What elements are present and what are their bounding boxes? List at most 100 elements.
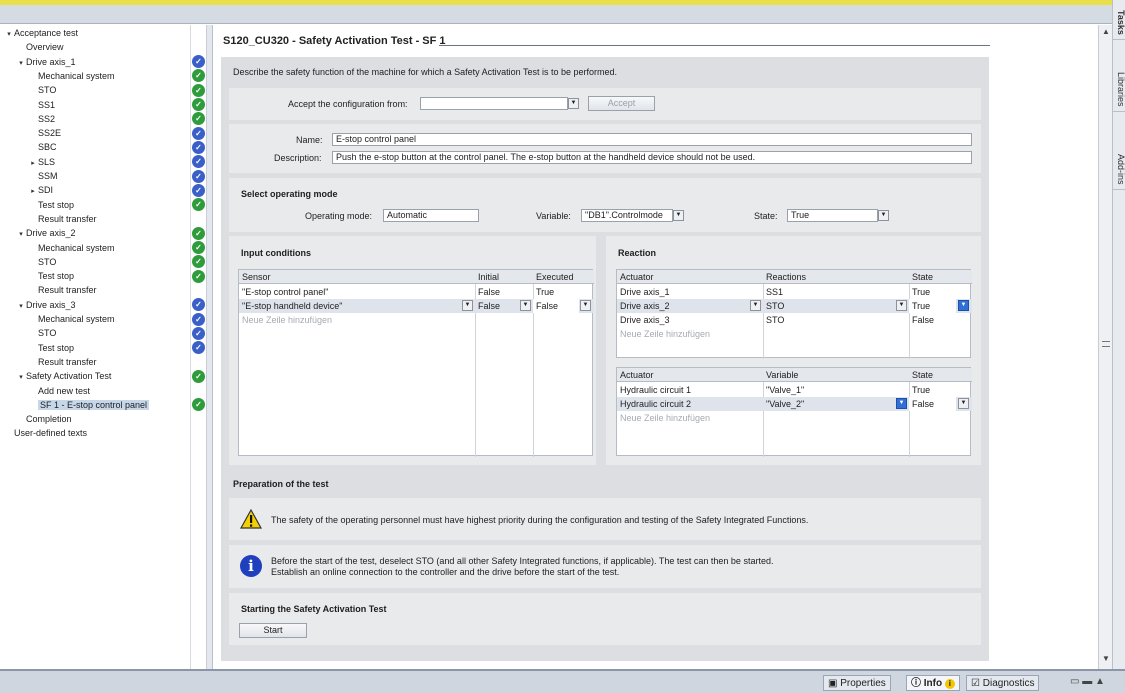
window-controls-icon[interactable]: ▭ ▬ ▲ bbox=[1070, 676, 1105, 687]
table-row[interactable]: "E-stop handheld device" ▼ False ▼ False… bbox=[239, 299, 594, 313]
tree-item[interactable]: Completion bbox=[0, 412, 190, 426]
description-field[interactable]: Push the e-stop button at the control pa… bbox=[332, 151, 972, 164]
tab-properties[interactable]: ▣ Properties bbox=[823, 675, 891, 691]
tree-item[interactable]: Mechanical system bbox=[0, 241, 190, 255]
tree-item[interactable]: STO bbox=[0, 83, 190, 97]
chevron-down-icon[interactable]: ▼ bbox=[958, 300, 969, 311]
tab-info[interactable]: ⓘ Info i bbox=[906, 675, 960, 691]
tab-tasks[interactable]: Tasks bbox=[1113, 6, 1125, 40]
scroll-down-icon[interactable]: ▼ bbox=[1099, 654, 1113, 667]
tree-item[interactable]: STO bbox=[0, 326, 190, 340]
actuator-cell[interactable]: Drive axis_2 bbox=[617, 299, 748, 313]
tree-item[interactable]: Test stop bbox=[0, 269, 190, 283]
reaction-cell[interactable]: SS1 bbox=[763, 285, 909, 299]
tree-item[interactable]: Test stop bbox=[0, 341, 190, 355]
tree-item[interactable]: SS2 bbox=[0, 112, 190, 126]
tree-item[interactable]: Result transfer bbox=[0, 283, 190, 297]
column-header-state[interactable]: State bbox=[909, 270, 972, 284]
chevron-down-icon[interactable]: ▼ bbox=[878, 210, 889, 221]
tree-item[interactable]: STO bbox=[0, 255, 190, 269]
scroll-grip-icon[interactable] bbox=[1102, 341, 1110, 347]
reaction-cell[interactable]: STO bbox=[763, 313, 909, 327]
chevron-down-icon[interactable]: ▼ bbox=[750, 300, 761, 311]
tree-item[interactable]: Result transfer bbox=[0, 355, 190, 369]
accept-button[interactable]: Accept bbox=[588, 96, 655, 111]
table-row[interactable]: Hydraulic circuit 1 "Valve_1" True bbox=[617, 383, 972, 397]
tree-item[interactable]: User-defined texts bbox=[0, 426, 190, 440]
tree-item[interactable]: Overview bbox=[0, 40, 190, 54]
tree-item[interactable]: SSM bbox=[0, 169, 190, 183]
initial-cell[interactable]: False bbox=[475, 299, 519, 313]
table-row[interactable]: "E-stop control panel" False True bbox=[239, 285, 594, 299]
sensor-cell[interactable]: "E-stop control panel" bbox=[239, 285, 475, 299]
variable-cell[interactable]: "Valve_2" bbox=[763, 397, 894, 411]
tree-item[interactable]: ▾ Drive axis_3 bbox=[0, 298, 190, 312]
variable-select[interactable]: "DB1".Controlmode bbox=[581, 209, 673, 222]
table-row[interactable]: Hydraulic circuit 2 "Valve_2" ▼ False ▼ bbox=[617, 397, 972, 411]
actuator-cell[interactable]: Drive axis_3 bbox=[617, 313, 763, 327]
tree-item[interactable]: Test stop bbox=[0, 198, 190, 212]
tree-item[interactable]: ▾ Safety Activation Test bbox=[0, 369, 190, 383]
column-header-initial[interactable]: Initial bbox=[475, 270, 533, 284]
actuator-cell[interactable]: Hydraulic circuit 1 bbox=[617, 383, 763, 397]
column-header-state[interactable]: State bbox=[909, 368, 972, 382]
name-field[interactable]: E-stop control panel bbox=[332, 133, 972, 146]
table-row[interactable]: Drive axis_1 SS1 True bbox=[617, 285, 972, 299]
add-row-placeholder[interactable]: Neue Zeile hinzufügen bbox=[617, 327, 763, 341]
tree-item[interactable]: Mechanical system bbox=[0, 312, 190, 326]
chevron-down-icon[interactable]: ▼ bbox=[568, 98, 579, 109]
state-cell[interactable]: True bbox=[909, 299, 956, 313]
table-row[interactable]: Drive axis_2 ▼ STO ▼ True ▼ bbox=[617, 299, 972, 313]
state-cell[interactable]: False bbox=[909, 397, 956, 411]
tree-item[interactable]: SF 1 - E-stop control panel bbox=[0, 398, 190, 412]
executed-cell[interactable]: False bbox=[533, 299, 579, 313]
accept-config-select[interactable] bbox=[420, 97, 568, 110]
scroll-up-icon[interactable]: ▲ bbox=[1099, 27, 1113, 40]
state-cell[interactable]: False bbox=[909, 313, 972, 327]
tab-diagnostics[interactable]: ☑ Diagnostics bbox=[966, 675, 1040, 691]
add-row-placeholder[interactable]: Neue Zeile hinzufügen bbox=[617, 411, 763, 425]
chevron-down-icon[interactable]: ▼ bbox=[462, 300, 473, 311]
add-row-text[interactable]: Neue Zeile hinzufügen bbox=[617, 411, 763, 425]
add-row-placeholder[interactable]: Neue Zeile hinzufügen bbox=[239, 313, 475, 327]
tab-libraries[interactable]: Libraries bbox=[1113, 68, 1125, 112]
editor-scrollbar[interactable]: ▲ ▼ bbox=[1098, 25, 1112, 669]
state-cell[interactable]: True bbox=[909, 285, 972, 299]
column-header-executed[interactable]: Executed bbox=[533, 270, 594, 284]
tree-item[interactable]: Result transfer bbox=[0, 212, 190, 226]
chevron-down-icon[interactable]: ▼ bbox=[673, 210, 684, 221]
tree-item[interactable]: Add new test bbox=[0, 384, 190, 398]
add-row-text[interactable]: Neue Zeile hinzufügen bbox=[617, 327, 763, 341]
start-button[interactable]: Start bbox=[239, 623, 307, 638]
chevron-down-icon[interactable]: ▼ bbox=[896, 398, 907, 409]
actuator-cell[interactable]: Drive axis_1 bbox=[617, 285, 763, 299]
column-header-actuator[interactable]: Actuator bbox=[617, 368, 763, 382]
tree-item[interactable]: ▸ SLS bbox=[0, 155, 190, 169]
state-select[interactable]: True bbox=[787, 209, 878, 222]
tab-add-ins[interactable]: Add-ins bbox=[1113, 150, 1125, 190]
chevron-down-icon[interactable]: ▼ bbox=[580, 300, 591, 311]
tree-item[interactable]: ▾ Drive axis_1 bbox=[0, 55, 190, 69]
column-header-reactions[interactable]: Reactions bbox=[763, 270, 909, 284]
tree-item[interactable]: SBC bbox=[0, 140, 190, 154]
tree-item[interactable]: SS1 bbox=[0, 98, 190, 112]
chevron-down-icon[interactable]: ▼ bbox=[958, 398, 969, 409]
tree-item[interactable]: SS2E bbox=[0, 126, 190, 140]
state-cell[interactable]: True bbox=[909, 383, 972, 397]
column-header-variable[interactable]: Variable bbox=[763, 368, 909, 382]
chevron-down-icon[interactable]: ▼ bbox=[520, 300, 531, 311]
executed-cell[interactable]: True bbox=[533, 285, 594, 299]
variable-cell[interactable]: "Valve_1" bbox=[763, 383, 909, 397]
tree-item[interactable]: ▸ SDI bbox=[0, 183, 190, 197]
tree-item[interactable]: ▾ Drive axis_2 bbox=[0, 226, 190, 240]
reaction-cell[interactable]: STO bbox=[763, 299, 894, 313]
column-header-actuator[interactable]: Actuator bbox=[617, 270, 763, 284]
tree-item[interactable]: ▾ Acceptance test bbox=[0, 26, 190, 40]
tree-item[interactable]: Mechanical system bbox=[0, 69, 190, 83]
actuator-cell[interactable]: Hydraulic circuit 2 bbox=[617, 397, 763, 411]
operating-mode-field[interactable]: Automatic bbox=[383, 209, 479, 222]
add-row-text[interactable]: Neue Zeile hinzufügen bbox=[239, 313, 475, 327]
column-header-sensor[interactable]: Sensor bbox=[239, 270, 475, 284]
sensor-cell[interactable]: "E-stop handheld device" bbox=[239, 299, 461, 313]
initial-cell[interactable]: False bbox=[475, 285, 533, 299]
